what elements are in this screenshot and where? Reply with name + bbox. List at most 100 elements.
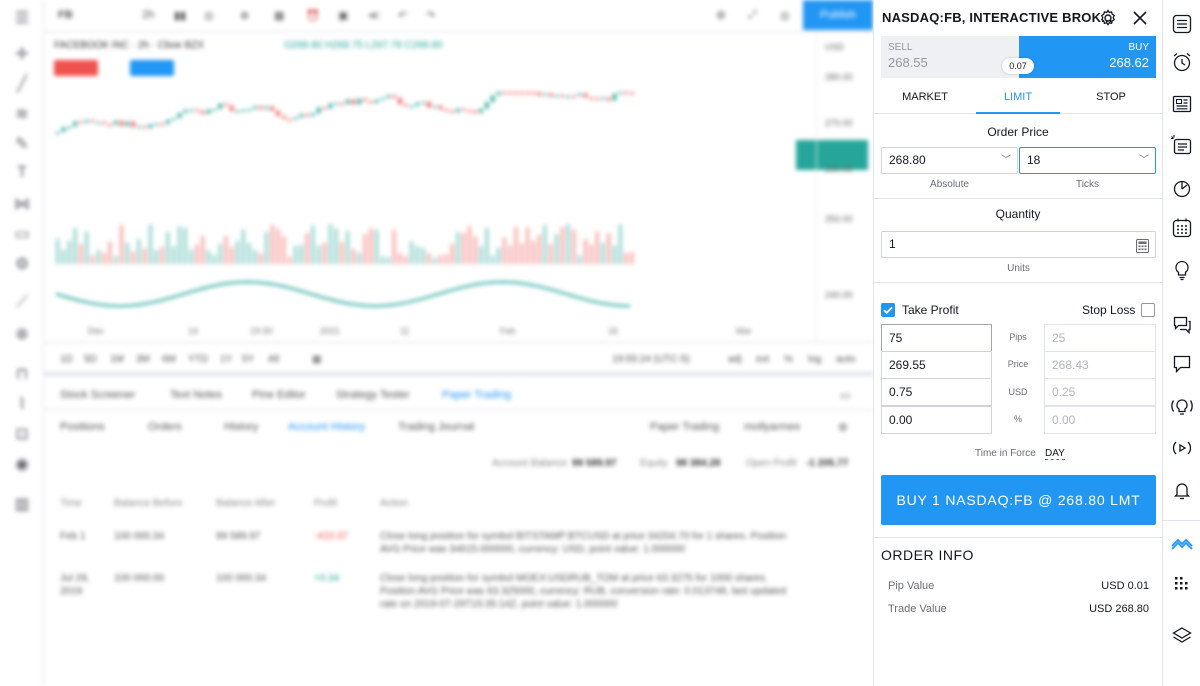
- timezone-clock[interactable]: 19:55:24 (UTC-5): [612, 354, 690, 365]
- tab-history[interactable]: History: [224, 421, 258, 433]
- sl-pips-input[interactable]: 25: [1044, 324, 1156, 352]
- snapshot-icon[interactable]: ◎: [780, 9, 790, 22]
- hotlist-icon[interactable]: [1170, 176, 1194, 200]
- tp-percent-input[interactable]: 0.00: [881, 406, 992, 434]
- toggle-ext[interactable]: ext: [756, 354, 769, 365]
- tab-account-history[interactable]: Account History: [288, 421, 365, 433]
- lock-icon[interactable]: ⊓: [12, 364, 32, 384]
- undo-icon[interactable]: ↶: [398, 9, 407, 22]
- eye-icon[interactable]: ◉: [12, 454, 32, 474]
- place-order-button[interactable]: BUY 1 NASDAQ:FB @ 268.80 LMT: [881, 475, 1156, 525]
- toggle-percent[interactable]: %: [784, 354, 793, 365]
- range-5d[interactable]: 5D: [84, 354, 97, 365]
- table-row[interactable]: Jul 29, 2019 100 000.00 100 000.34 +0.34…: [44, 572, 873, 622]
- menu-icon[interactable]: ☰: [12, 8, 32, 28]
- range-5y[interactable]: 5Y: [242, 354, 254, 365]
- order-price-input[interactable]: 268.80 ﹀: [881, 147, 1018, 174]
- chart-settings-icon[interactable]: ⚙: [716, 9, 726, 22]
- chart-type-icon[interactable]: ▮▮: [174, 9, 186, 22]
- zoom-icon[interactable]: ⊕: [12, 324, 32, 344]
- range-6m[interactable]: 6M: [162, 354, 176, 365]
- dom-grid-icon[interactable]: [1170, 572, 1194, 596]
- trash-icon[interactable]: ▥: [12, 494, 32, 514]
- measure-icon[interactable]: ⟋: [12, 294, 32, 314]
- broadcast-play-icon[interactable]: [1170, 436, 1194, 460]
- pattern-icon[interactable]: ⋈: [12, 194, 32, 214]
- maximize-panel-icon[interactable]: ▭: [840, 389, 850, 402]
- indicators-icon[interactable]: ◎: [204, 9, 214, 22]
- toggle-adj[interactable]: adj: [728, 354, 741, 365]
- notifications-bell-icon[interactable]: [1170, 478, 1194, 502]
- news-icon[interactable]: [1170, 92, 1194, 116]
- tab-stock-screener[interactable]: Stock Screener: [60, 389, 135, 401]
- table-row[interactable]: Feb 1 100 000.34 99 589.97 -410.37 Close…: [44, 530, 873, 570]
- tab-strategy-tester[interactable]: Strategy Tester: [336, 389, 410, 401]
- calculator-icon[interactable]: [1136, 238, 1149, 263]
- text-tool-icon[interactable]: T: [12, 164, 32, 184]
- sell-button[interactable]: SELL 268.55: [881, 36, 1019, 78]
- magnet-icon[interactable]: ⌇: [12, 394, 32, 414]
- tab-limit[interactable]: LIMIT: [976, 82, 1060, 114]
- publish-button[interactable]: Publish: [803, 0, 873, 30]
- take-profit-checkbox[interactable]: [881, 303, 895, 317]
- gear-icon[interactable]: [1098, 8, 1118, 28]
- tab-market[interactable]: MARKET: [874, 82, 976, 114]
- fullscreen-icon[interactable]: ⤢: [748, 9, 757, 22]
- trading-panel-icon[interactable]: [1170, 534, 1194, 558]
- sl-usd-input[interactable]: 0.25: [1044, 378, 1156, 406]
- ruler-icon[interactable]: ▭: [12, 224, 32, 244]
- range-all[interactable]: All: [268, 354, 279, 365]
- range-1d[interactable]: 1D: [60, 354, 73, 365]
- watchlist-icon[interactable]: [1170, 12, 1194, 36]
- broker-selector[interactable]: Paper Trading: [650, 421, 719, 433]
- buy-button[interactable]: BUY 268.62: [1019, 36, 1156, 78]
- range-ytd[interactable]: YTD: [188, 354, 208, 365]
- templates-icon[interactable]: ▦: [274, 9, 284, 22]
- symbol-search[interactable]: FB: [58, 9, 73, 21]
- sl-price-input[interactable]: 268.43: [1044, 351, 1156, 379]
- fib-icon[interactable]: ≋: [12, 104, 32, 124]
- sl-percent-input[interactable]: 0.00: [1044, 406, 1156, 434]
- range-1m[interactable]: 1M: [110, 354, 124, 365]
- compare-icon[interactable]: ⊕: [240, 9, 249, 22]
- layers-icon[interactable]: [1170, 624, 1194, 648]
- quantity-input[interactable]: 1: [881, 231, 1156, 258]
- tab-positions[interactable]: Positions: [60, 421, 105, 433]
- ticks-input[interactable]: 18 ﹀: [1019, 147, 1156, 174]
- tab-trading-journal[interactable]: Trading Journal: [398, 421, 474, 433]
- brush-icon[interactable]: ✎: [12, 134, 32, 154]
- redo-icon[interactable]: ↷: [426, 9, 435, 22]
- time-in-force-select[interactable]: DAY: [1045, 448, 1065, 460]
- chats-icon[interactable]: [1170, 312, 1194, 336]
- sell-quick-button[interactable]: [54, 60, 98, 76]
- goto-date-icon[interactable]: ▦: [312, 354, 321, 365]
- toggle-log[interactable]: log: [808, 354, 821, 365]
- tab-text-notes[interactable]: Text Notes: [170, 389, 222, 401]
- data-window-icon[interactable]: [1170, 134, 1194, 158]
- account-selector[interactable]: mollyarmes: [744, 421, 800, 433]
- trend-line-icon[interactable]: ╱: [12, 74, 32, 94]
- buy-quick-button[interactable]: [130, 60, 174, 76]
- interval-selector[interactable]: 2h: [142, 9, 154, 21]
- range-3m[interactable]: 3M: [136, 354, 150, 365]
- range-1y[interactable]: 1Y: [220, 354, 232, 365]
- tab-pine-editor[interactable]: Pine Editor: [252, 389, 306, 401]
- calendar-icon[interactable]: [1170, 216, 1194, 240]
- chat-bubble-icon[interactable]: [1170, 352, 1194, 376]
- tab-paper-trading[interactable]: Paper Trading: [442, 389, 511, 401]
- tp-pips-input[interactable]: 75: [881, 324, 992, 352]
- ideas-lightbulb-icon[interactable]: [1170, 258, 1194, 282]
- close-icon[interactable]: [1130, 8, 1150, 28]
- alarm-clock-icon[interactable]: [1170, 50, 1194, 74]
- streams-icon[interactable]: [1170, 394, 1194, 418]
- tab-orders[interactable]: Orders: [148, 421, 182, 433]
- lock-drawings-icon[interactable]: ⊡: [12, 424, 32, 444]
- tp-price-input[interactable]: 269.55: [881, 351, 992, 379]
- stop-loss-checkbox[interactable]: [1141, 303, 1155, 317]
- tp-usd-input[interactable]: 0.75: [881, 378, 992, 406]
- toggle-auto[interactable]: auto: [836, 354, 855, 365]
- alert-icon[interactable]: ⏰: [306, 9, 320, 22]
- tab-stop[interactable]: STOP: [1060, 82, 1162, 114]
- replay-icon[interactable]: ▣: [338, 9, 348, 22]
- settings-icon[interactable]: ⚙: [12, 254, 32, 274]
